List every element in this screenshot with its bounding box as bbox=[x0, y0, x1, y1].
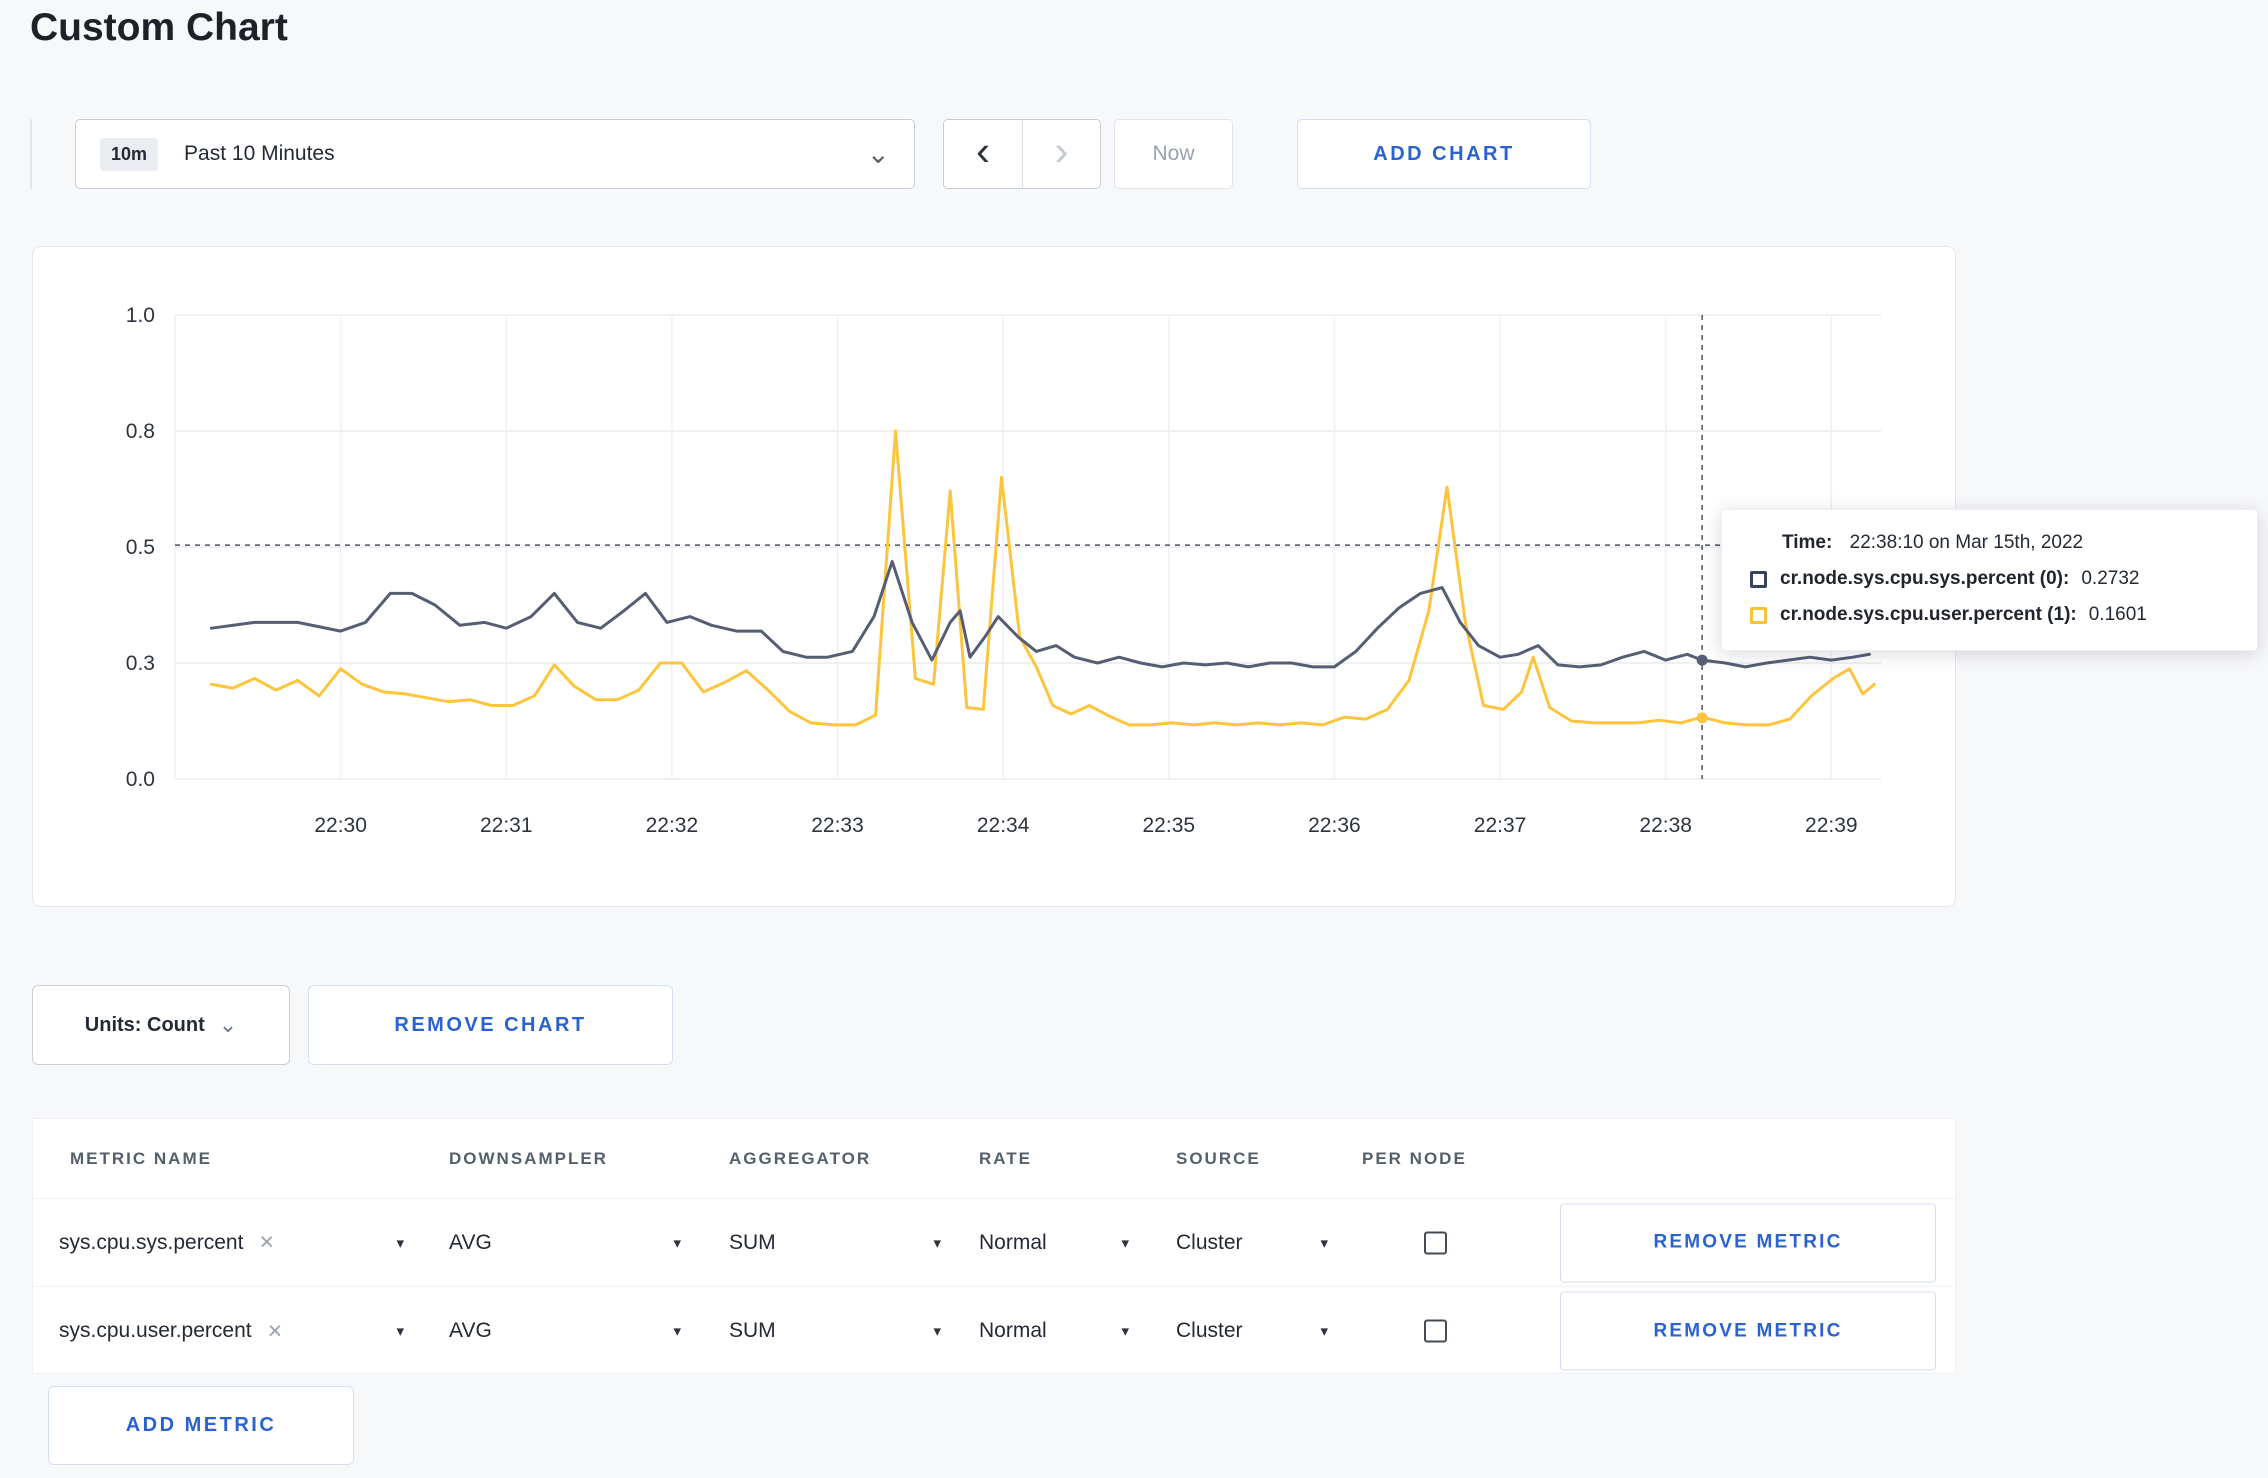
header-per-node: PER NODE bbox=[1362, 1148, 1467, 1168]
metrics-table-header: METRIC NAME DOWNSAMPLER AGGREGATOR RATE … bbox=[33, 1119, 1955, 1199]
caret-down-icon: ▾ bbox=[1121, 1234, 1129, 1252]
chevron-right-icon: › bbox=[1054, 127, 1069, 174]
toolbar-divider bbox=[30, 119, 32, 189]
tooltip-series-label: cr.node.sys.cpu.user.percent (1): bbox=[1780, 604, 2077, 625]
tooltip-time-row: Time: 22:38:10 on Mar 15th, 2022 bbox=[1782, 532, 2229, 554]
rate-select[interactable]: Normal ▾ bbox=[979, 1199, 1129, 1286]
next-time-button[interactable]: › bbox=[1022, 120, 1100, 188]
source-select[interactable]: Cluster ▾ bbox=[1176, 1199, 1328, 1286]
tooltip-series-label: cr.node.sys.cpu.sys.percent (0): bbox=[1780, 568, 2070, 589]
tooltip-series-value: 0.2732 bbox=[2081, 568, 2140, 589]
svg-text:1.0: 1.0 bbox=[126, 304, 155, 327]
caret-down-icon: ▾ bbox=[1121, 1323, 1129, 1340]
aggregator-select[interactable]: SUM ▾ bbox=[729, 1287, 941, 1375]
metric-name-select[interactable]: sys.cpu.sys.percent × ▾ bbox=[59, 1199, 404, 1286]
clear-metric-icon[interactable]: × bbox=[259, 1230, 274, 1255]
downsampler-select[interactable]: AVG ▾ bbox=[449, 1287, 681, 1375]
svg-text:22:34: 22:34 bbox=[977, 814, 1030, 837]
caret-down-icon: ▾ bbox=[933, 1234, 941, 1252]
per-node-checkbox[interactable] bbox=[1424, 1319, 1447, 1343]
svg-text:0.5: 0.5 bbox=[126, 536, 155, 559]
svg-text:22:33: 22:33 bbox=[811, 814, 864, 837]
chevron-down-icon: ⌄ bbox=[218, 1012, 238, 1037]
tooltip-series-row: cr.node.sys.cpu.sys.percent (0): 0.2732 bbox=[1750, 568, 2229, 590]
tooltip-series-value: 0.1601 bbox=[2088, 604, 2147, 625]
add-chart-button[interactable]: ADD CHART bbox=[1297, 119, 1591, 189]
time-window-badge: 10m bbox=[100, 137, 159, 171]
caret-down-icon: ▾ bbox=[396, 1234, 404, 1252]
chevron-down-icon: ⌄ bbox=[866, 138, 890, 169]
source-value: Cluster bbox=[1176, 1230, 1243, 1254]
tooltip-series-row: cr.node.sys.cpu.user.percent (1): 0.1601 bbox=[1750, 604, 2229, 626]
aggregator-select[interactable]: SUM ▾ bbox=[729, 1199, 941, 1286]
metric-row: sys.cpu.sys.percent × ▾ AVG ▾ SUM ▾ Norm… bbox=[33, 1199, 1955, 1287]
chart-card: 0.0 0.3 0.5 0.8 1.0 22:30 22:31 22:32 22:33 22:34… bbox=[32, 246, 1956, 907]
caret-down-icon: ▾ bbox=[673, 1323, 681, 1340]
caret-down-icon: ▾ bbox=[1320, 1234, 1328, 1252]
tooltip-time-label: Time: bbox=[1782, 532, 1833, 553]
header-metric-name: METRIC NAME bbox=[70, 1148, 212, 1168]
metric-name-value: sys.cpu.sys.percent bbox=[59, 1230, 244, 1254]
downsampler-value: AVG bbox=[449, 1230, 492, 1254]
add-metric-button[interactable]: ADD METRIC bbox=[48, 1386, 354, 1465]
remove-metric-button[interactable]: REMOVE METRIC bbox=[1560, 1203, 1936, 1282]
metric-name-value: sys.cpu.user.percent bbox=[59, 1319, 252, 1342]
units-select[interactable]: Units: Count ⌄ bbox=[32, 985, 290, 1065]
caret-down-icon: ▾ bbox=[933, 1323, 941, 1340]
svg-text:22:31: 22:31 bbox=[480, 814, 533, 837]
time-nav-group: ‹ › bbox=[943, 119, 1101, 189]
header-downsampler: DOWNSAMPLER bbox=[449, 1148, 608, 1168]
metric-name-select[interactable]: sys.cpu.user.percent × ▾ bbox=[59, 1287, 404, 1375]
remove-metric-button[interactable]: REMOVE METRIC bbox=[1560, 1291, 1936, 1371]
metrics-line-chart[interactable]: 0.0 0.3 0.5 0.8 1.0 22:30 22:31 22:32 22:33 22:34… bbox=[33, 247, 1955, 906]
aggregator-value: SUM bbox=[729, 1319, 776, 1342]
source-select[interactable]: Cluster ▾ bbox=[1176, 1287, 1328, 1375]
remove-chart-button[interactable]: REMOVE CHART bbox=[308, 985, 673, 1065]
caret-down-icon: ▾ bbox=[396, 1323, 404, 1340]
downsampler-select[interactable]: AVG ▾ bbox=[449, 1199, 681, 1286]
svg-text:22:37: 22:37 bbox=[1474, 814, 1527, 837]
caret-down-icon: ▾ bbox=[673, 1234, 681, 1252]
source-value: Cluster bbox=[1176, 1319, 1243, 1342]
custom-chart-page: Custom Chart 10m Past 10 Minutes ⌄ ‹ › N… bbox=[0, 0, 2268, 1478]
header-rate: RATE bbox=[979, 1148, 1033, 1168]
downsampler-value: AVG bbox=[449, 1319, 492, 1342]
chevron-left-icon: ‹ bbox=[976, 127, 990, 174]
prev-time-button[interactable]: ‹ bbox=[944, 120, 1022, 188]
metrics-table: METRIC NAME DOWNSAMPLER AGGREGATOR RATE … bbox=[32, 1118, 1956, 1374]
time-window-label: Past 10 Minutes bbox=[184, 142, 335, 165]
rate-value: Normal bbox=[979, 1319, 1047, 1342]
svg-text:0.3: 0.3 bbox=[126, 652, 155, 675]
units-label: Units: Count bbox=[84, 1013, 205, 1036]
series-user-swatch-icon bbox=[1750, 606, 1767, 624]
svg-text:22:30: 22:30 bbox=[314, 814, 367, 837]
chart-tooltip: Time: 22:38:10 on Mar 15th, 2022 cr.node… bbox=[1721, 509, 2258, 651]
aggregator-value: SUM bbox=[729, 1230, 776, 1254]
rate-select[interactable]: Normal ▾ bbox=[979, 1287, 1129, 1375]
svg-text:22:39: 22:39 bbox=[1805, 814, 1858, 837]
svg-text:22:36: 22:36 bbox=[1308, 814, 1361, 837]
svg-text:22:32: 22:32 bbox=[646, 814, 699, 837]
rate-value: Normal bbox=[979, 1230, 1047, 1254]
svg-text:0.8: 0.8 bbox=[126, 420, 155, 443]
tooltip-time-value: 22:38:10 on Mar 15th, 2022 bbox=[1849, 532, 2084, 553]
caret-down-icon: ▾ bbox=[1320, 1323, 1328, 1340]
svg-text:22:35: 22:35 bbox=[1143, 814, 1196, 837]
per-node-checkbox[interactable] bbox=[1424, 1231, 1447, 1254]
time-window-select[interactable]: 10m Past 10 Minutes ⌄ bbox=[75, 119, 915, 189]
series-sys-swatch-icon bbox=[1750, 570, 1767, 588]
page-title: Custom Chart bbox=[30, 6, 288, 49]
metric-row: sys.cpu.user.percent × ▾ AVG ▾ SUM ▾ Nor… bbox=[33, 1287, 1955, 1375]
now-button[interactable]: Now bbox=[1114, 119, 1233, 189]
svg-text:22:38: 22:38 bbox=[1639, 814, 1692, 837]
clear-metric-icon[interactable]: × bbox=[268, 1318, 283, 1344]
header-source: SOURCE bbox=[1176, 1148, 1261, 1168]
header-aggregator: AGGREGATOR bbox=[729, 1148, 872, 1168]
svg-text:0.0: 0.0 bbox=[126, 768, 155, 791]
